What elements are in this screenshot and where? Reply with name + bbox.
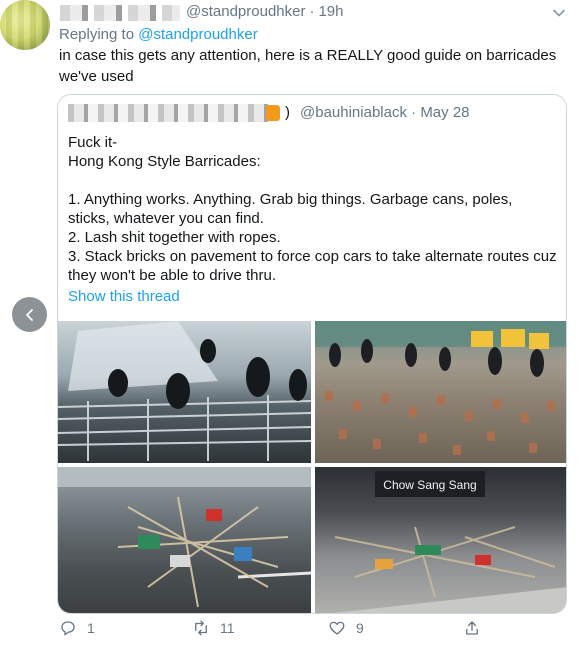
display-name-redacted xyxy=(60,5,180,21)
retweet-count: 11 xyxy=(220,620,235,636)
chevron-left-icon xyxy=(25,308,33,321)
quote-date: May 28 xyxy=(420,104,470,121)
tweet-time[interactable]: 19h xyxy=(318,3,343,20)
photo-bricks-on-road[interactable] xyxy=(315,321,566,463)
photo-street-barricade[interactable]: Chow Sang Sang xyxy=(315,467,566,613)
shop-sign: Chow Sang Sang xyxy=(383,478,476,492)
quote-handle: @bauhiniablack xyxy=(300,104,407,121)
reply-context: Replying to @standproudhker xyxy=(59,26,258,43)
photo-protesters-railings[interactable] xyxy=(58,321,311,463)
header-separator: · xyxy=(309,3,315,20)
share-icon xyxy=(466,621,478,635)
show-thread-link[interactable]: Show this thread xyxy=(68,288,180,305)
quote-body: Fuck it- Hong Kong Style Barricades: 1. … xyxy=(68,134,557,284)
like-button[interactable]: 9 xyxy=(328,616,364,640)
tweet-actions: 1 11 9 xyxy=(57,616,577,640)
reply-count: 1 xyxy=(87,620,95,636)
tweet-handle[interactable]: @standproudhker xyxy=(186,3,305,20)
reply-to-link[interactable]: @standproudhker xyxy=(138,26,257,43)
chevron-down-icon[interactable] xyxy=(552,6,566,20)
reply-prefix: Replying to xyxy=(59,26,139,43)
heart-icon xyxy=(329,621,345,635)
quote-name-redacted xyxy=(68,104,268,122)
carousel-prev-button[interactable] xyxy=(12,297,47,332)
emoji-icon xyxy=(266,105,280,121)
avatar[interactable] xyxy=(0,0,50,50)
tweet-header: @standproudhker · 19h xyxy=(186,3,344,20)
like-count: 9 xyxy=(356,620,364,636)
retweet-icon xyxy=(195,620,207,636)
photo-road-barricade[interactable] xyxy=(58,467,311,613)
reply-button[interactable]: 1 xyxy=(59,616,95,640)
quote-paren: ) xyxy=(285,104,290,121)
tweet-text: in case this gets any attention, here is… xyxy=(59,47,557,85)
quote-separator: · xyxy=(411,104,417,121)
reply-icon xyxy=(61,621,75,636)
quoted-tweet[interactable]: ) @bauhiniablack · May 28 Fuck it- Hong … xyxy=(57,94,567,614)
quote-handle-line: @bauhiniablack · May 28 xyxy=(300,104,470,121)
retweet-button[interactable]: 11 xyxy=(192,616,235,640)
media-grid: Chow Sang Sang xyxy=(58,321,566,613)
share-button[interactable] xyxy=(463,616,481,640)
